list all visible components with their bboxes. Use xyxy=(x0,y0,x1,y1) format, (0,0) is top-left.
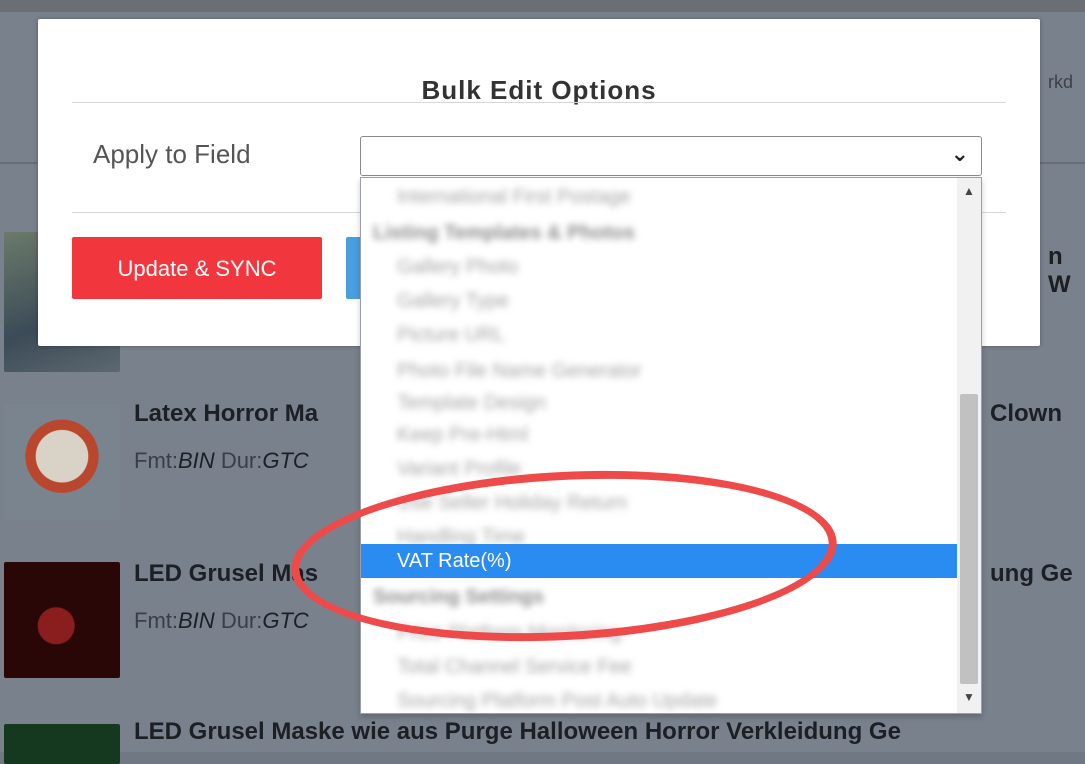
dropdown-option[interactable]: Sourcing Platform Post Auto Update xyxy=(361,684,981,713)
dropdown-option[interactable]: Variant Profile xyxy=(361,452,981,486)
listing-meta: Fmt:BIN Dur:GTC xyxy=(134,608,309,633)
listing-title[interactable]: LED Grusel Maske wie aus Purge Halloween… xyxy=(134,718,901,746)
listing-title-tail: Clown xyxy=(990,400,1062,427)
product-thumbnail[interactable] xyxy=(4,404,120,520)
dropdown-group-header: Listing Templates & Photos xyxy=(373,222,635,244)
partial-item-text: n W xyxy=(1048,243,1071,298)
dropdown-option[interactable]: Picture URL xyxy=(361,318,981,352)
field-options-dropdown[interactable]: International First Postage Listing Temp… xyxy=(360,177,982,714)
divider xyxy=(72,102,1006,103)
product-thumbnail[interactable] xyxy=(4,724,120,764)
listing-meta: Fmt:BIN Dur:GTC xyxy=(134,448,309,473)
dropdown-option-selected[interactable]: VAT Rate(%) xyxy=(361,544,981,578)
dropdown-scrollbar[interactable]: ▲ ▼ xyxy=(957,178,981,713)
dropdown-group-header: Sourcing Settings xyxy=(373,586,545,608)
dropdown-option[interactable]: Total Channel Service Fee xyxy=(361,650,981,684)
dropdown-option[interactable]: Gallery Type xyxy=(361,284,981,318)
dropdown-option[interactable]: International First Postage xyxy=(361,180,981,214)
dropdown-option[interactable]: Use Seller Holiday Return xyxy=(361,486,981,520)
dropdown-option[interactable]: Price Platform Monitoring xyxy=(361,616,981,650)
dropdown-option[interactable]: Photo File Name Generator xyxy=(361,354,981,388)
listing-title[interactable]: Latex Horror Ma xyxy=(134,400,318,428)
update-sync-button[interactable]: Update & SYNC xyxy=(72,237,322,299)
top-bar xyxy=(0,0,1085,12)
apply-to-field-label: Apply to Field xyxy=(93,139,251,169)
apply-to-field-select[interactable]: ⌄ xyxy=(360,136,982,176)
listing-title[interactable]: LED Grusel Mas xyxy=(134,560,318,588)
chevron-down-icon[interactable]: ⌄ xyxy=(951,141,969,167)
dropdown-option[interactable]: Template Design xyxy=(361,386,981,420)
scroll-up-arrow-icon[interactable]: ▲ xyxy=(963,184,975,198)
scrollbar-thumb[interactable] xyxy=(960,394,978,684)
partial-header-text: rkd xyxy=(1048,72,1074,92)
product-thumbnail[interactable] xyxy=(4,562,120,678)
listing-title-tail: ung Ge xyxy=(990,560,1073,587)
dropdown-option[interactable]: Gallery Photo xyxy=(361,250,981,284)
dropdown-option[interactable]: Keep Pre-Html xyxy=(361,418,981,452)
scroll-down-arrow-icon[interactable]: ▼ xyxy=(963,690,975,704)
